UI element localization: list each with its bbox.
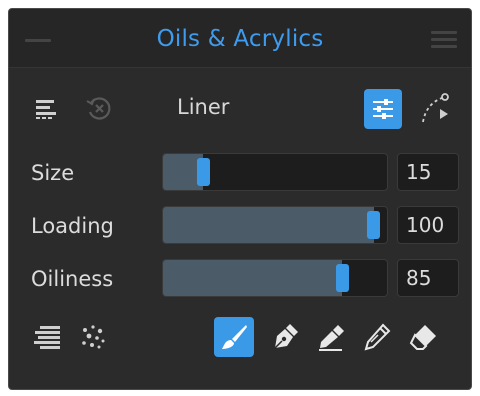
loading-slider[interactable]	[162, 206, 388, 244]
size-slider[interactable]	[162, 153, 388, 191]
knife-tool-button[interactable]	[311, 317, 351, 357]
pen-nib-icon	[274, 324, 298, 349]
slider-knob[interactable]	[335, 264, 349, 292]
loading-value[interactable]: 100	[397, 206, 459, 244]
panel-titlebar: Oils & Acrylics	[9, 9, 471, 68]
menu-icon-line	[431, 45, 457, 48]
panel-menu-button[interactable]	[431, 29, 457, 49]
blender-tool-button[interactable]	[357, 317, 397, 357]
eraser-tool-button[interactable]	[403, 317, 443, 357]
eraser-icon	[409, 325, 436, 350]
loading-label: Loading	[31, 214, 114, 238]
oiliness-value[interactable]: 85	[397, 259, 459, 297]
brush-tip-icon	[222, 325, 247, 349]
menu-icon-line	[431, 38, 457, 41]
texture-button[interactable]	[27, 317, 67, 357]
brush-tool-button[interactable]	[214, 317, 254, 357]
slider-knob[interactable]	[367, 211, 381, 239]
brush-name: Liner	[177, 95, 230, 119]
oiliness-label: Oiliness	[31, 267, 114, 291]
slider-knob[interactable]	[196, 158, 210, 186]
brush-list-button[interactable]	[29, 91, 65, 127]
menu-icon	[431, 31, 457, 34]
size-value[interactable]: 15	[397, 153, 459, 191]
panel-title: Oils & Acrylics	[156, 26, 324, 52]
knife-icon	[319, 325, 344, 351]
oils-acrylics-panel: Oils & Acrylics Liner Size 15 Loading 10…	[8, 8, 472, 390]
slider-fill	[163, 260, 343, 296]
texture-icon	[34, 326, 60, 349]
pen-tool-button[interactable]	[265, 317, 305, 357]
reset-brush-button[interactable]	[81, 91, 117, 127]
scatter-button[interactable]	[73, 317, 113, 357]
brush-list-icon	[36, 100, 56, 119]
settings-sliders-icon	[373, 99, 393, 119]
oiliness-slider[interactable]	[162, 259, 388, 297]
slider-fill	[163, 207, 374, 243]
scatter-icon	[82, 325, 105, 349]
stroke-path-icon	[422, 93, 449, 123]
stroke-path-button[interactable]	[415, 89, 455, 129]
reset-icon	[86, 97, 111, 120]
size-label: Size	[31, 161, 75, 185]
blender-icon	[364, 323, 391, 351]
brush-settings-button[interactable]	[364, 89, 402, 129]
